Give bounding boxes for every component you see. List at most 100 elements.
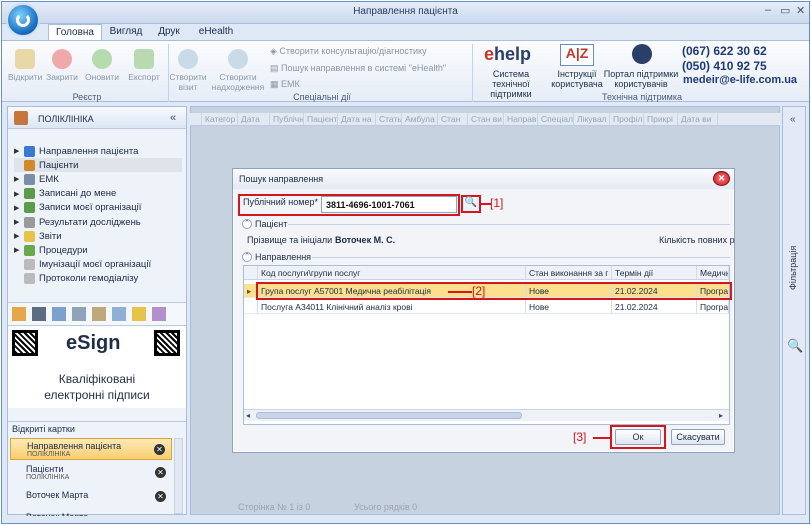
- collapse-panel-icon[interactable]: «: [170, 112, 176, 124]
- building-icon[interactable]: [32, 307, 46, 321]
- col-service-code[interactable]: Код послуги\групи послуг: [258, 266, 526, 279]
- nav-item[interactable]: ▶ Записані до мене: [14, 187, 182, 201]
- grid-column-header[interactable]: Категор: [202, 113, 238, 125]
- expand-arrow-icon[interactable]: ▶: [14, 147, 22, 155]
- grid-column-header[interactable]: Спеціал: [538, 113, 574, 125]
- box-icon[interactable]: [92, 307, 106, 321]
- expand-arrow-icon[interactable]: ▶: [14, 175, 22, 183]
- support-email[interactable]: medeir@e-life.com.ua: [683, 74, 797, 86]
- scroll-left-icon[interactable]: ◂: [246, 411, 250, 420]
- search-referral-ehealth-button[interactable]: ▤ Пошук направлення в системі "eHealth": [270, 63, 446, 74]
- minimize-icon[interactable]: –: [765, 4, 771, 16]
- nav-item-label: Направлення пацієнта: [39, 145, 139, 157]
- grid-horizontal-scrollbar[interactable]: ◂ ▸: [244, 409, 729, 421]
- scroll-right-icon[interactable]: ▸: [719, 411, 723, 420]
- nav-item[interactable]: ▶ Процедури: [14, 243, 182, 257]
- nav-item[interactable]: ▶ Записи моєї організації: [14, 201, 182, 215]
- refresh-icon: [92, 49, 112, 69]
- ribbon-tabs: Головна Вигляд Друк eHealth: [2, 24, 809, 40]
- thermometer-icon[interactable]: [72, 307, 86, 321]
- grid-column-header[interactable]: Направ: [504, 113, 538, 125]
- expand-arrow-icon[interactable]: ▶: [14, 190, 22, 198]
- filter-panel[interactable]: [782, 106, 806, 515]
- grid-column-header[interactable]: Профіл: [610, 113, 644, 125]
- referral-section-header[interactable]: ⌃ Направлення: [242, 252, 311, 262]
- open-card[interactable]: Пацієнти ПОЛІКЛІНІКА ✕: [10, 462, 172, 484]
- grid-column-header[interactable]: Амбула: [402, 113, 438, 125]
- expand-arrow-icon[interactable]: ▶: [14, 246, 22, 254]
- support-portal-button[interactable]: Портал підтримки користувачів: [602, 69, 680, 89]
- grid-status-bar: Сторінка № 1 із 0 Усього рядків 0: [190, 500, 780, 514]
- col-state[interactable]: Стан виконання за г: [526, 266, 612, 279]
- grid-column-header[interactable]: Дата на: [338, 113, 376, 125]
- nav-item-icon: [24, 273, 35, 285]
- create-admission-button[interactable]: Створити надходження: [210, 49, 266, 92]
- nav-item[interactable]: Протоколи гемодіалізу: [14, 272, 182, 286]
- esign-banner[interactable]: eSign Кваліфіковані електронні підписи: [8, 326, 186, 408]
- folder-icon[interactable]: [132, 307, 146, 321]
- cancel-button[interactable]: Скасувати: [671, 429, 725, 445]
- open-cards-scrollbar[interactable]: [174, 438, 183, 514]
- expand-panel-icon[interactable]: «: [790, 114, 796, 125]
- patient-name-value: Воточек М. С.: [335, 235, 396, 245]
- table-row[interactable]: Послуга A34011 Клінічний аналіз крові Но…: [244, 300, 729, 314]
- open-card[interactable]: Направлення пацієнта ПОЛІКЛІНІКА ✕: [10, 438, 172, 460]
- nav-item[interactable]: ▶ Результати досліджень: [14, 215, 182, 229]
- patient-section-header[interactable]: ⌃ Пацієнт: [242, 219, 287, 229]
- grid-column-header[interactable]: Дата ви: [678, 113, 718, 125]
- close-button[interactable]: Закрити: [44, 49, 80, 82]
- grid-column-header[interactable]: Лікувал: [574, 113, 610, 125]
- key-icon[interactable]: [152, 307, 166, 321]
- dialog-close-icon[interactable]: ✕: [713, 171, 730, 186]
- grid-column-header[interactable]: Стать: [376, 113, 402, 125]
- col-term[interactable]: Термін дії: [612, 266, 697, 279]
- refresh-button[interactable]: Оновити: [82, 49, 122, 82]
- grid-column-header[interactable]: Стан ви: [468, 113, 504, 125]
- nav-item[interactable]: ▶ ЕМК: [14, 172, 182, 186]
- expand-arrow-icon[interactable]: ▶: [14, 204, 22, 212]
- open-card[interactable]: Воточек Марта ✕: [10, 486, 172, 508]
- schedule-icon[interactable]: [52, 307, 66, 321]
- calendar-icon[interactable]: [12, 307, 26, 321]
- close-icon[interactable]: ✕: [796, 4, 805, 17]
- close-card-icon[interactable]: ✕: [155, 491, 166, 502]
- create-consultation-button[interactable]: ◈ Створити консультацію/діагностику: [270, 46, 427, 57]
- grid-column-header[interactable]: Прикрі: [644, 113, 678, 125]
- nav-item[interactable]: Імунізації моєї організації: [14, 258, 182, 272]
- open-card[interactable]: Воточек Марта: [10, 508, 172, 516]
- app-menu-button[interactable]: [6, 3, 40, 37]
- tab-home[interactable]: Головна: [48, 24, 102, 40]
- database-icon[interactable]: [112, 307, 126, 321]
- export-button[interactable]: Експорт: [124, 49, 164, 82]
- folder-icon: [15, 49, 35, 69]
- grid-column-header[interactable]: Пацієнт: [304, 113, 338, 125]
- divider: [472, 44, 473, 102]
- grid-column-header[interactable]: Дата: [238, 113, 270, 125]
- collapse-icon[interactable]: ⌃: [242, 252, 252, 262]
- open-button[interactable]: Відкрити: [8, 49, 42, 82]
- expand-arrow-icon[interactable]: ▶: [14, 232, 22, 240]
- search-icon[interactable]: 🔍: [787, 338, 803, 354]
- close-card-icon[interactable]: ✕: [154, 444, 165, 455]
- tab-print[interactable]: Друк: [152, 24, 186, 40]
- tab-view[interactable]: Вигляд: [106, 24, 146, 40]
- close-card-icon[interactable]: ✕: [155, 467, 166, 478]
- nav-item[interactable]: ▶ Звіти: [14, 229, 182, 243]
- emk-button[interactable]: ▦ ЕМК: [270, 79, 300, 90]
- nav-item[interactable]: Пацієнти: [14, 158, 182, 173]
- grid-column-header[interactable]: Стан: [438, 113, 468, 125]
- grid-column-header[interactable]: Публічн: [270, 113, 304, 125]
- scroll-thumb[interactable]: [256, 412, 522, 419]
- nav-item-icon: [24, 188, 35, 200]
- expand-arrow-icon[interactable]: ▶: [14, 218, 22, 226]
- user-instructions-button[interactable]: Інструкції користувача: [550, 69, 604, 89]
- search-person-icon[interactable]: 🔍: [461, 195, 481, 213]
- create-visit-button[interactable]: Створити візит: [168, 49, 208, 92]
- collapse-icon[interactable]: ⌃: [242, 219, 252, 229]
- nav-item[interactable]: ▶ Направлення пацієнта: [14, 144, 182, 158]
- maximize-icon[interactable]: ▭: [780, 4, 790, 17]
- power-icon: [16, 13, 30, 27]
- col-medical[interactable]: Медичн: [697, 266, 729, 279]
- tab-ehealth[interactable]: eHealth: [194, 24, 238, 40]
- support-system-button[interactable]: Система технічної підтримки: [474, 69, 548, 99]
